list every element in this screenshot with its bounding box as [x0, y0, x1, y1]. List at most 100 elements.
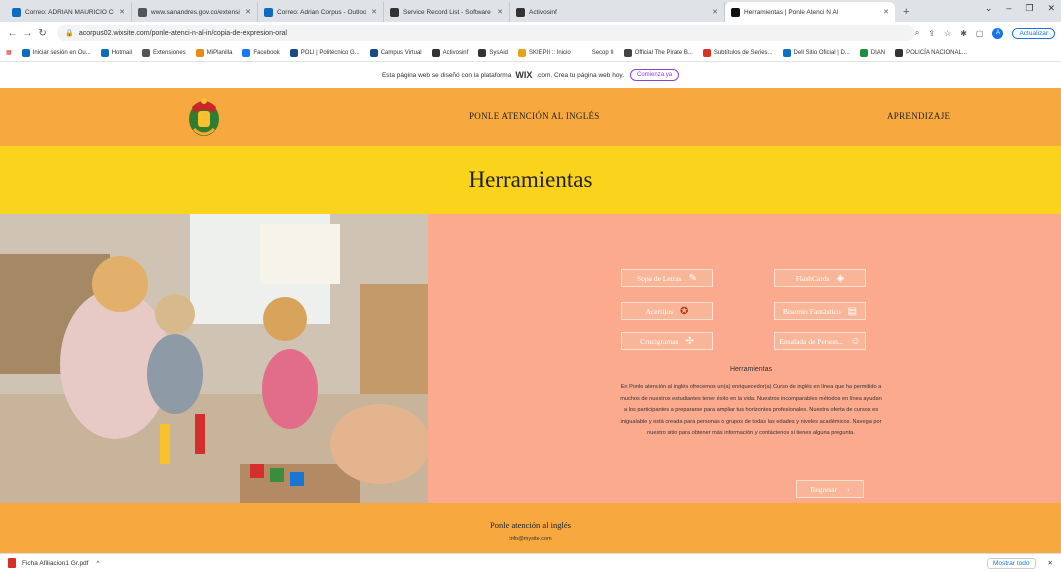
bookmark-item[interactable]: Dell Sitio Oficial | D... [782, 48, 850, 57]
nav-link-aprendizaje[interactable]: APRENDIZAJE [887, 111, 950, 121]
tab-close-icon[interactable]: ✕ [497, 8, 503, 16]
bookmark-favicon-icon [142, 48, 151, 57]
smiley-icon: ☺ [850, 335, 861, 347]
bookmark-label: Extensiones [153, 49, 186, 56]
download-bar: Ficha Afiliacion1 Gr.pdf ^ Mostrar todo … [0, 553, 1061, 572]
badge-check-icon: ✪ [680, 305, 689, 317]
lock-icon: 🔒 [65, 30, 74, 37]
bookmark-label: Subtítulos de Series... [713, 49, 773, 56]
url-input[interactable]: 🔒 acorpus02.wixsite.com/ponle-atenci-n-a… [57, 25, 915, 41]
star-icon[interactable]: ☆ [944, 29, 951, 38]
bookmark-label: POLI | Politécnico G... [300, 49, 360, 56]
address-bar: ← → ↻ 🔒 acorpus02.wixsite.com/ponle-aten… [0, 22, 1061, 44]
bookmark-item[interactable]: Campus Virtual [369, 48, 422, 57]
bookmark-item[interactable]: MiPlanilla [195, 48, 232, 57]
bookmark-item[interactable]: DIAN [859, 48, 885, 57]
forward-arrow-icon[interactable]: → [21, 28, 34, 39]
chevron-down-icon[interactable]: ⌄ [985, 3, 993, 14]
bookmark-item[interactable]: Official The Pirate B... [623, 48, 693, 57]
browser-tab[interactable]: www.sanandres.gov.co/extension ✕ [132, 2, 258, 22]
tool-acertijos-button[interactable]: Acertijos ✪ [621, 302, 713, 320]
tool-ensalada-button[interactable]: Ensalada de Person... ☺ [774, 332, 866, 350]
show-all-button[interactable]: Mostrar todo [987, 557, 1036, 569]
tab-close-icon[interactable]: ✕ [371, 8, 377, 16]
bookmark-favicon-icon [431, 48, 440, 57]
browser-tab[interactable]: Activosinf ✕ [510, 2, 725, 22]
tool-sopa-de-letras-button[interactable]: Sopa de Letras ✎ [621, 269, 713, 287]
download-file-name[interactable]: Ficha Afiliacion1 Gr.pdf [22, 560, 88, 567]
bookmark-favicon-icon [580, 48, 589, 57]
bookmark-label: Iniciar sesión en Ou... [32, 49, 91, 56]
bookmark-favicon-icon [21, 48, 30, 57]
bookmark-item[interactable]: POLICÍA NACIONAL... [895, 48, 967, 57]
wix-brand: WIX [515, 70, 533, 80]
browser-tab[interactable]: Herramientas | Ponle Atenci N Al ✕ [725, 2, 895, 22]
tab-close-icon[interactable]: ✕ [712, 8, 718, 16]
avatar[interactable]: A [992, 27, 1004, 39]
search-icon[interactable]: ⌕ [915, 28, 919, 38]
bookmark-label: Activosinf [442, 49, 469, 56]
nav-link-home[interactable]: PONLE ATENCIÓN AL INGLÉS [469, 111, 600, 121]
tool-label: Ensalada de Person... [779, 336, 844, 346]
pdf-file-icon [8, 558, 16, 568]
tab-label: Activosinf [529, 8, 557, 16]
bookmark-favicon-icon [242, 48, 251, 57]
wix-banner-text: Esta página web se diseñó con la platafo… [381, 71, 512, 79]
close-icon[interactable]: ✕ [1047, 3, 1055, 14]
tool-label: Bisemio Fantástico [782, 306, 841, 316]
new-tab-button[interactable]: + [895, 2, 917, 22]
back-button[interactable]: Regresar ‹ [796, 480, 864, 498]
tab-close-icon[interactable]: ✕ [883, 8, 889, 16]
chevron-left-icon: ‹ [847, 484, 850, 494]
back-arrow-icon[interactable]: ← [6, 28, 19, 39]
bookmark-favicon-icon [289, 48, 298, 57]
bookmark-item[interactable]: Extensiones [142, 48, 186, 57]
bookmark-favicon-icon [702, 48, 711, 57]
tab-favicon-icon [731, 7, 740, 17]
tool-crucigramas-button[interactable]: Crucigramas ✣ [621, 332, 713, 350]
tool-flashcards-button[interactable]: FlashCards ◈ [774, 269, 866, 287]
title-band: Herramientas [0, 146, 1061, 214]
bookmark-item[interactable]: Iniciar sesión en Ou... [21, 48, 91, 57]
bookmark-item[interactable]: Facebook [242, 48, 280, 57]
tab-favicon-icon [138, 7, 147, 17]
bookmark-label: Hotmail [111, 49, 133, 56]
tool-label: Crucigramas [640, 336, 679, 346]
bookmark-item[interactable]: Subtítulos de Series... [702, 48, 773, 57]
browser-tab[interactable]: Correo: ADRIAN MAURICIO COR ✕ [6, 2, 132, 22]
update-button[interactable]: Actualizar [1012, 27, 1055, 39]
bookmark-label: Facebook [253, 49, 280, 56]
chevron-up-icon[interactable]: ^ [96, 560, 99, 567]
bookmark-item[interactable]: Activosinf [431, 48, 469, 57]
bookmark-label: SKIEPII :: Inicio [529, 49, 571, 56]
layers-icon: ◈ [836, 272, 845, 284]
back-label: Regresar [810, 484, 838, 494]
tab-close-icon[interactable]: ✕ [245, 8, 251, 16]
bookmark-item[interactable]: SysAid [478, 48, 508, 57]
share-icon[interactable]: ⇪ [928, 29, 935, 38]
school-crest-logo[interactable] [180, 93, 228, 141]
browser-tab[interactable]: Correo: Adrian Corpus - Outlook ✕ [258, 2, 384, 22]
tab-label: www.sanandres.gov.co/extension [151, 8, 241, 16]
bookmark-item[interactable]: Hotmail [100, 48, 133, 57]
apps-grid-icon[interactable]: ▦ [6, 49, 12, 56]
bookmark-label: SysAid [489, 49, 508, 56]
bookmark-item[interactable]: Secop II [580, 48, 614, 57]
window-controls: ⌄ – ❐ ✕ [985, 3, 1055, 14]
footer-email[interactable]: info@mysite.com [0, 536, 1061, 542]
restore-icon[interactable]: ❐ [1025, 3, 1033, 14]
bookmark-item[interactable]: POLI | Politécnico G... [289, 48, 360, 57]
wix-start-button[interactable]: Comienza ya [630, 69, 680, 81]
bookmark-item[interactable]: SKIEPII :: Inicio [518, 48, 571, 57]
tab-close-icon[interactable]: ✕ [119, 8, 125, 16]
minimize-icon[interactable]: – [1006, 3, 1011, 14]
reload-icon[interactable]: ↻ [36, 28, 49, 39]
tab-label: Correo: Adrian Corpus - Outlook [277, 8, 367, 16]
tool-bisemio-button[interactable]: Bisemio Fantástico ▤ [774, 302, 866, 320]
extensions-icon[interactable]: ✱ [960, 29, 967, 38]
browser-tab[interactable]: Service Record List - Software de ✕ [384, 2, 510, 22]
close-icon[interactable]: ✕ [1048, 559, 1053, 567]
site-header: PONLE ATENCIÓN AL INGLÉS APRENDIZAJE [0, 88, 1061, 146]
panel-description: En Ponle atención al inglés ofrecemos un… [620, 384, 882, 436]
sidepanel-icon[interactable]: ▢ [976, 29, 984, 38]
